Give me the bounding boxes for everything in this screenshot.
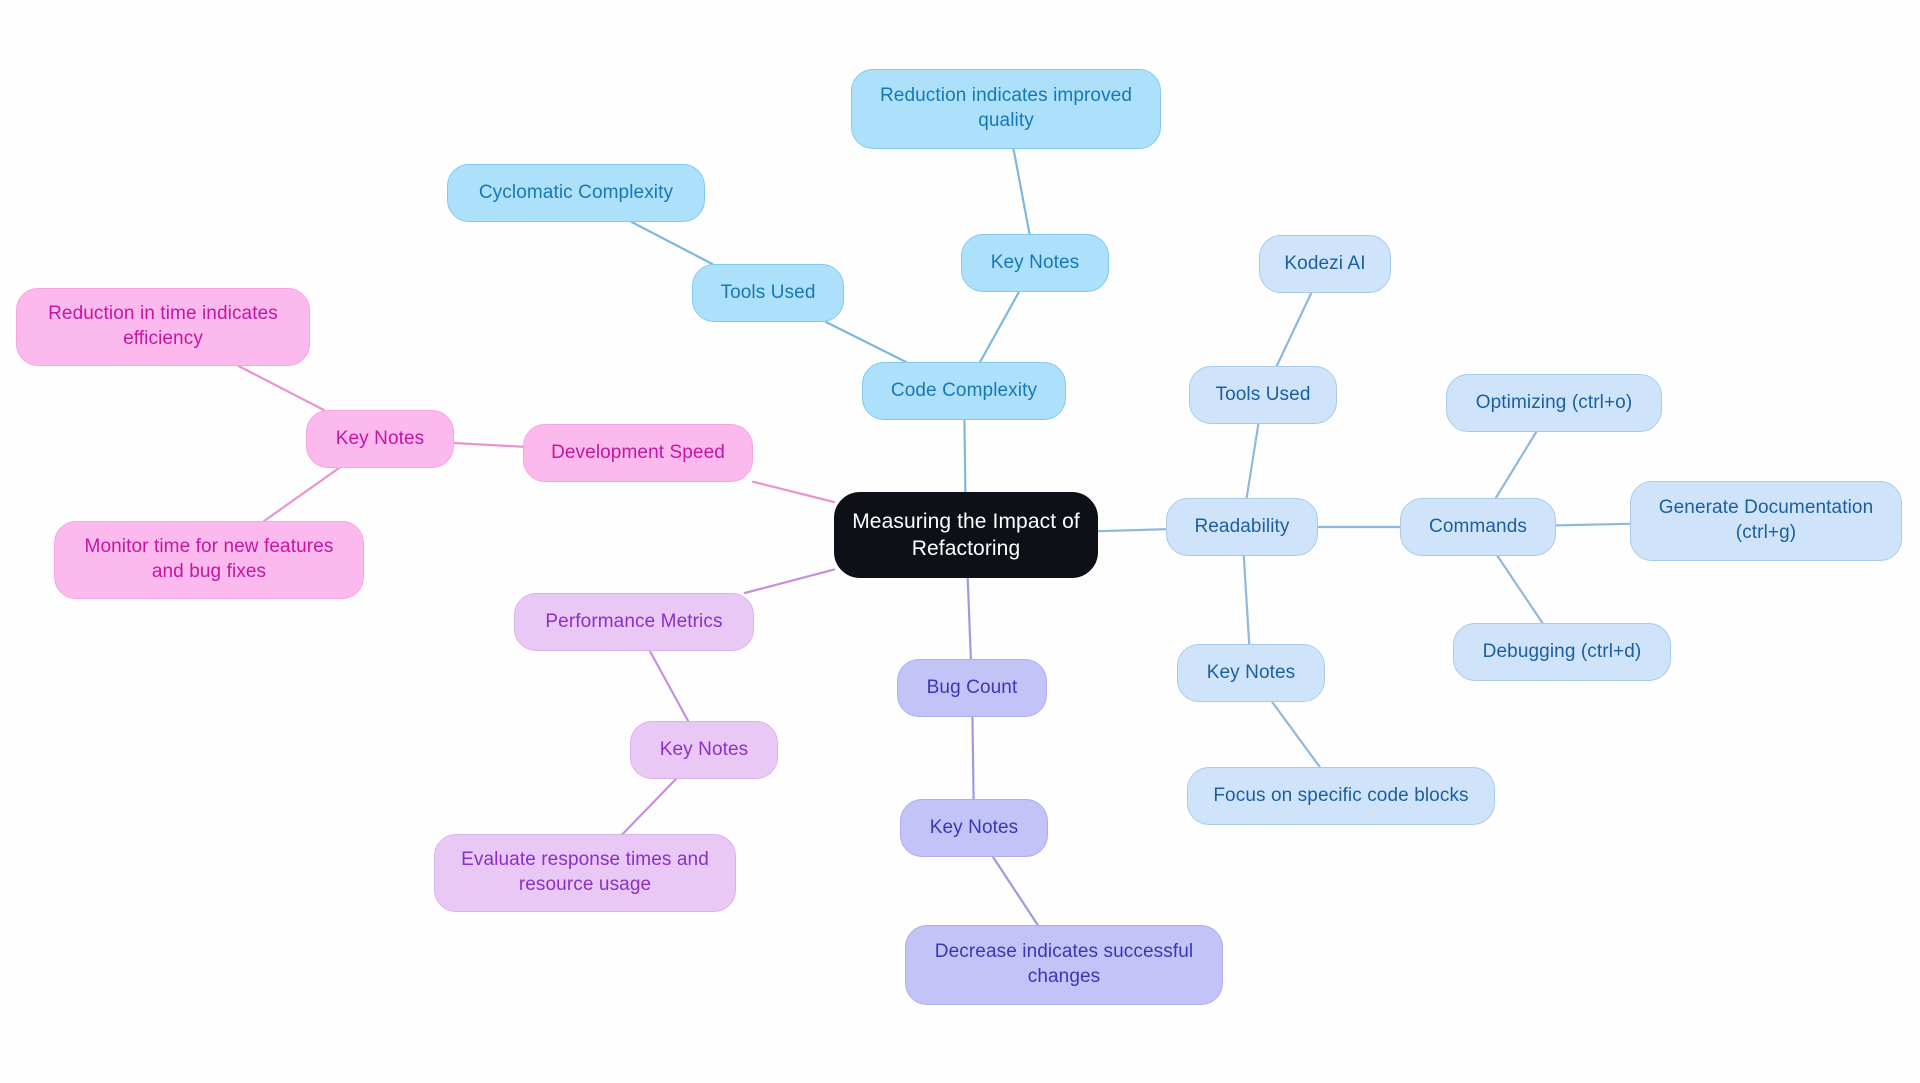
mindmap-node-label: Tools Used [1215,383,1311,405]
mindmap-node-label: Generate Documentation (ctrl+g) [1658,497,1874,543]
mindmap-node-evaluate-response[interactable]: Evaluate response times and resource usa… [434,834,736,912]
mindmap-node-kodezi-ai[interactable]: Kodezi AI [1259,235,1391,293]
mindmap-node-tools-used-cc[interactable]: Tools Used [692,264,844,322]
mindmap-node-label: Performance Metrics [545,610,723,632]
mindmap-node-focus-blocks[interactable]: Focus on specific code blocks [1187,767,1495,825]
mindmap-node-cyclomatic[interactable]: Cyclomatic Complexity [447,164,705,222]
mindmap-node-label: Development Speed [551,441,725,463]
mindmap-node-key-notes-pm[interactable]: Key Notes [630,721,778,779]
mindmap-node-monitor-time[interactable]: Monitor time for new features and bug fi… [54,521,364,599]
mindmap-edge-key-notes-cc-to-reduction-quality [1012,147,1031,236]
mindmap-edge-root-to-readability [1096,528,1168,533]
mindmap-edge-key-notes-bc-to-decrease-changes [991,855,1039,927]
mindmap-node-code-complexity[interactable]: Code Complexity [862,362,1066,420]
mindmap-node-key-notes-bc[interactable]: Key Notes [900,799,1048,857]
mindmap-node-tools-used-rd[interactable]: Tools Used [1189,366,1337,424]
mindmap-node-label: Reduction indicates improved quality [879,85,1133,131]
mindmap-edge-code-complexity-to-tools-used-cc [824,320,908,364]
mindmap-node-label: Key Notes [335,427,425,449]
mindmap-node-commands[interactable]: Commands [1400,498,1556,556]
mindmap-edge-root-to-code-complexity [963,418,967,494]
mindmap-node-label: Focus on specific code blocks [1213,784,1469,806]
mindmap-node-label: Monitor time for new features and bug fi… [84,536,334,582]
mindmap-edge-tools-used-cc-to-cyclomatic [630,220,714,266]
mindmap-node-label: Kodezi AI [1284,252,1366,274]
mindmap-node-performance-metrics[interactable]: Performance Metrics [514,593,754,651]
mindmap-node-label: Key Notes [990,251,1080,273]
mindmap-node-label: Code Complexity [890,379,1038,401]
mindmap-node-key-notes-rd[interactable]: Key Notes [1177,644,1325,702]
mindmap-node-label: Bug Count [926,676,1018,698]
mindmap-node-debugging[interactable]: Debugging (ctrl+d) [1453,623,1671,681]
mindmap-node-development-speed[interactable]: Development Speed [523,424,753,482]
mindmap-edge-root-to-bug-count [966,576,972,661]
mindmap-node-label: Commands [1429,515,1527,537]
mindmap-edge-commands-to-generate-docs [1554,522,1632,527]
mindmap-node-generate-docs[interactable]: Generate Documentation (ctrl+g) [1630,481,1902,561]
mindmap-edge-commands-to-optimizing [1494,430,1538,500]
mindmap-node-decrease-changes[interactable]: Decrease indicates successful changes [905,925,1223,1005]
mindmap-node-key-notes-cc[interactable]: Key Notes [961,234,1109,292]
mindmap-edge-key-notes-rd-to-focus-blocks [1271,700,1321,769]
mindmap-edge-tools-used-rd-to-kodezi-ai [1275,291,1313,368]
mindmap-edge-readability-to-key-notes-rd [1242,554,1251,646]
mindmap-node-optimizing[interactable]: Optimizing (ctrl+o) [1446,374,1662,432]
mindmap-node-label: Decrease indicates successful changes [934,941,1194,987]
mindmap-edge-key-notes-ds-to-monitor-time [263,466,341,523]
mindmap-node-label: Tools Used [720,281,816,303]
mindmap-edge-key-notes-pm-to-evaluate-response [621,777,678,836]
mindmap-node-label: Evaluate response times and resource usa… [461,849,709,895]
mindmap-node-label: Debugging (ctrl+d) [1482,640,1642,662]
mindmap-edge-performance-metrics-to-key-notes-pm [648,649,690,723]
mindmap-edge-key-notes-ds-to-reduction-time [237,364,325,412]
mindmap-canvas: Measuring the Impact of Refactoring Reduc… [0,0,1920,1083]
mindmap-node-reduction-quality[interactable]: Reduction indicates improved quality [851,69,1161,149]
mindmap-edge-bug-count-to-key-notes-bc [971,715,975,801]
mindmap-node-root[interactable]: Measuring the Impact of Refactoring [834,492,1098,578]
mindmap-node-reduction-time[interactable]: Reduction in time indicates efficiency [16,288,310,366]
mindmap-node-label: Key Notes [659,738,749,760]
mindmap-node-label: Measuring the Impact of Refactoring [852,509,1080,560]
mindmap-node-label: Readability [1194,515,1290,537]
mindmap-edge-commands-to-debugging [1496,554,1544,625]
mindmap-edge-code-complexity-to-key-notes-cc [978,290,1021,364]
mindmap-node-key-notes-ds[interactable]: Key Notes [306,410,454,468]
mindmap-node-bug-count[interactable]: Bug Count [897,659,1047,717]
mindmap-edge-development-speed-to-key-notes-ds [452,441,525,448]
mindmap-edge-root-to-development-speed [751,480,836,504]
mindmap-node-label: Key Notes [1206,661,1296,683]
mindmap-node-label: Optimizing (ctrl+o) [1475,391,1633,413]
mindmap-node-label: Key Notes [929,816,1019,838]
mindmap-node-readability[interactable]: Readability [1166,498,1318,556]
mindmap-edge-root-to-performance-metrics [743,568,836,595]
mindmap-node-label: Cyclomatic Complexity [478,181,674,203]
mindmap-edge-readability-to-tools-used-rd [1245,422,1260,500]
mindmap-node-label: Reduction in time indicates efficiency [48,303,278,349]
